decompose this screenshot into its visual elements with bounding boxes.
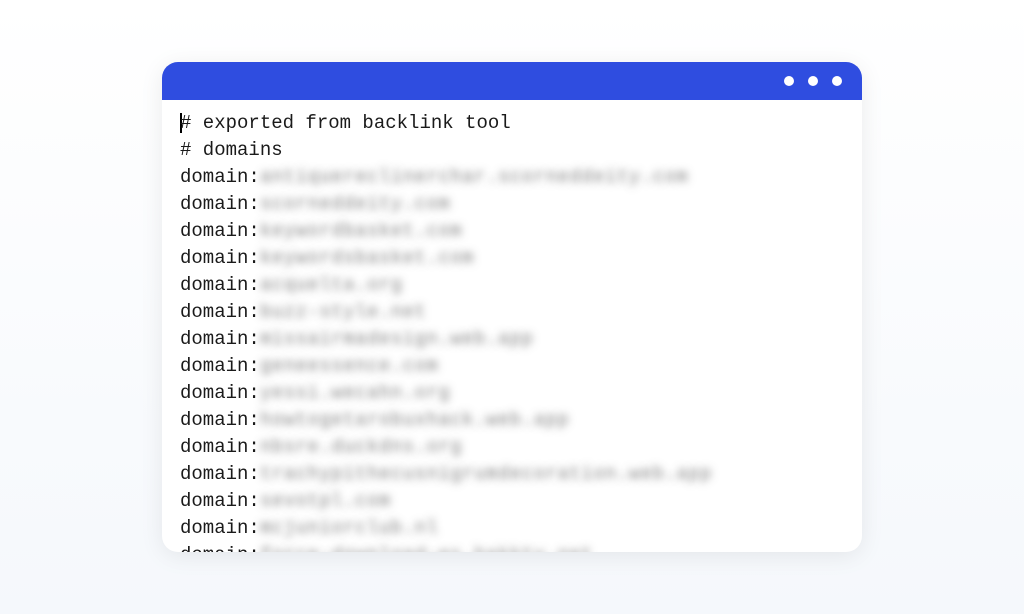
domain-prefix: domain: xyxy=(180,517,260,539)
window-control-dot[interactable] xyxy=(808,76,818,86)
domain-prefix: domain: xyxy=(180,544,260,553)
domain-value: force-download-es.hakktv.net xyxy=(260,544,593,553)
domain-prefix: domain: xyxy=(180,301,260,323)
domain-value: keywordbasket.com xyxy=(260,220,462,242)
terminal-window: # exported from backlink tool # domains … xyxy=(162,62,862,552)
domain-value: yessi.wecahn.org xyxy=(260,382,450,404)
domain-line: domain:sevotpl.com xyxy=(180,488,844,515)
domain-value: howtogetarobuxhack.web.app xyxy=(260,409,569,431)
domain-value: trachypithecusnigrumdecoration.web.app xyxy=(260,463,712,485)
domain-line: domain:geneessence.com xyxy=(180,353,844,380)
header-line: # domains xyxy=(180,137,844,164)
file-content: # exported from backlink tool # domains … xyxy=(162,100,862,552)
domain-line: domain:acquelta.org xyxy=(180,272,844,299)
domain-line: domain:yessi.wecahn.org xyxy=(180,380,844,407)
domain-prefix: domain: xyxy=(180,247,260,269)
header-text: # domains xyxy=(180,139,283,161)
domain-line: domain:nbsre.duckdns.org xyxy=(180,434,844,461)
domain-value: mcjuniorclub.nl xyxy=(260,517,439,539)
domain-line: domain:howtogetarobuxhack.web.app xyxy=(180,407,844,434)
domain-value: nbsre.duckdns.org xyxy=(260,436,462,458)
domain-prefix: domain: xyxy=(180,463,260,485)
domain-prefix: domain: xyxy=(180,193,260,215)
window-control-dot[interactable] xyxy=(832,76,842,86)
domain-line: domain:force-download-es.hakktv.net xyxy=(180,542,844,553)
domain-line: domain:missairmadesign.web.app xyxy=(180,326,844,353)
domain-value: geneessence.com xyxy=(260,355,439,377)
window-control-dot[interactable] xyxy=(784,76,794,86)
window-titlebar xyxy=(162,62,862,100)
domain-value: antiquereclinerchar.scorneddeity.com xyxy=(260,166,688,188)
domain-prefix: domain: xyxy=(180,355,260,377)
domain-line: domain:keywordsbasket.com xyxy=(180,245,844,272)
domain-value: keywordsbasket.com xyxy=(260,247,474,269)
header-line: # exported from backlink tool xyxy=(180,110,844,137)
domain-line: domain:trachypithecusnigrumdecoration.we… xyxy=(180,461,844,488)
domain-value: scorneddeity.com xyxy=(260,193,450,215)
domain-prefix: domain: xyxy=(180,490,260,512)
domain-line: domain:keywordbasket.com xyxy=(180,218,844,245)
domain-prefix: domain: xyxy=(180,166,260,188)
domain-line: domain:scorneddeity.com xyxy=(180,191,844,218)
domain-prefix: domain: xyxy=(180,382,260,404)
domain-prefix: domain: xyxy=(180,220,260,242)
domain-line: domain:buzz-style.net xyxy=(180,299,844,326)
domain-prefix: domain: xyxy=(180,328,260,350)
domain-value: buzz-style.net xyxy=(260,301,427,323)
domain-value: sevotpl.com xyxy=(260,490,391,512)
domain-line: domain:mcjuniorclub.nl xyxy=(180,515,844,542)
header-text: # exported from backlink tool xyxy=(180,112,511,134)
domain-prefix: domain: xyxy=(180,409,260,431)
domain-line: domain:antiquereclinerchar.scorneddeity.… xyxy=(180,164,844,191)
domain-value: acquelta.org xyxy=(260,274,403,296)
domain-prefix: domain: xyxy=(180,436,260,458)
canvas: # exported from backlink tool # domains … xyxy=(0,0,1024,614)
domain-prefix: domain: xyxy=(180,274,260,296)
domain-value: missairmadesign.web.app xyxy=(260,328,534,350)
